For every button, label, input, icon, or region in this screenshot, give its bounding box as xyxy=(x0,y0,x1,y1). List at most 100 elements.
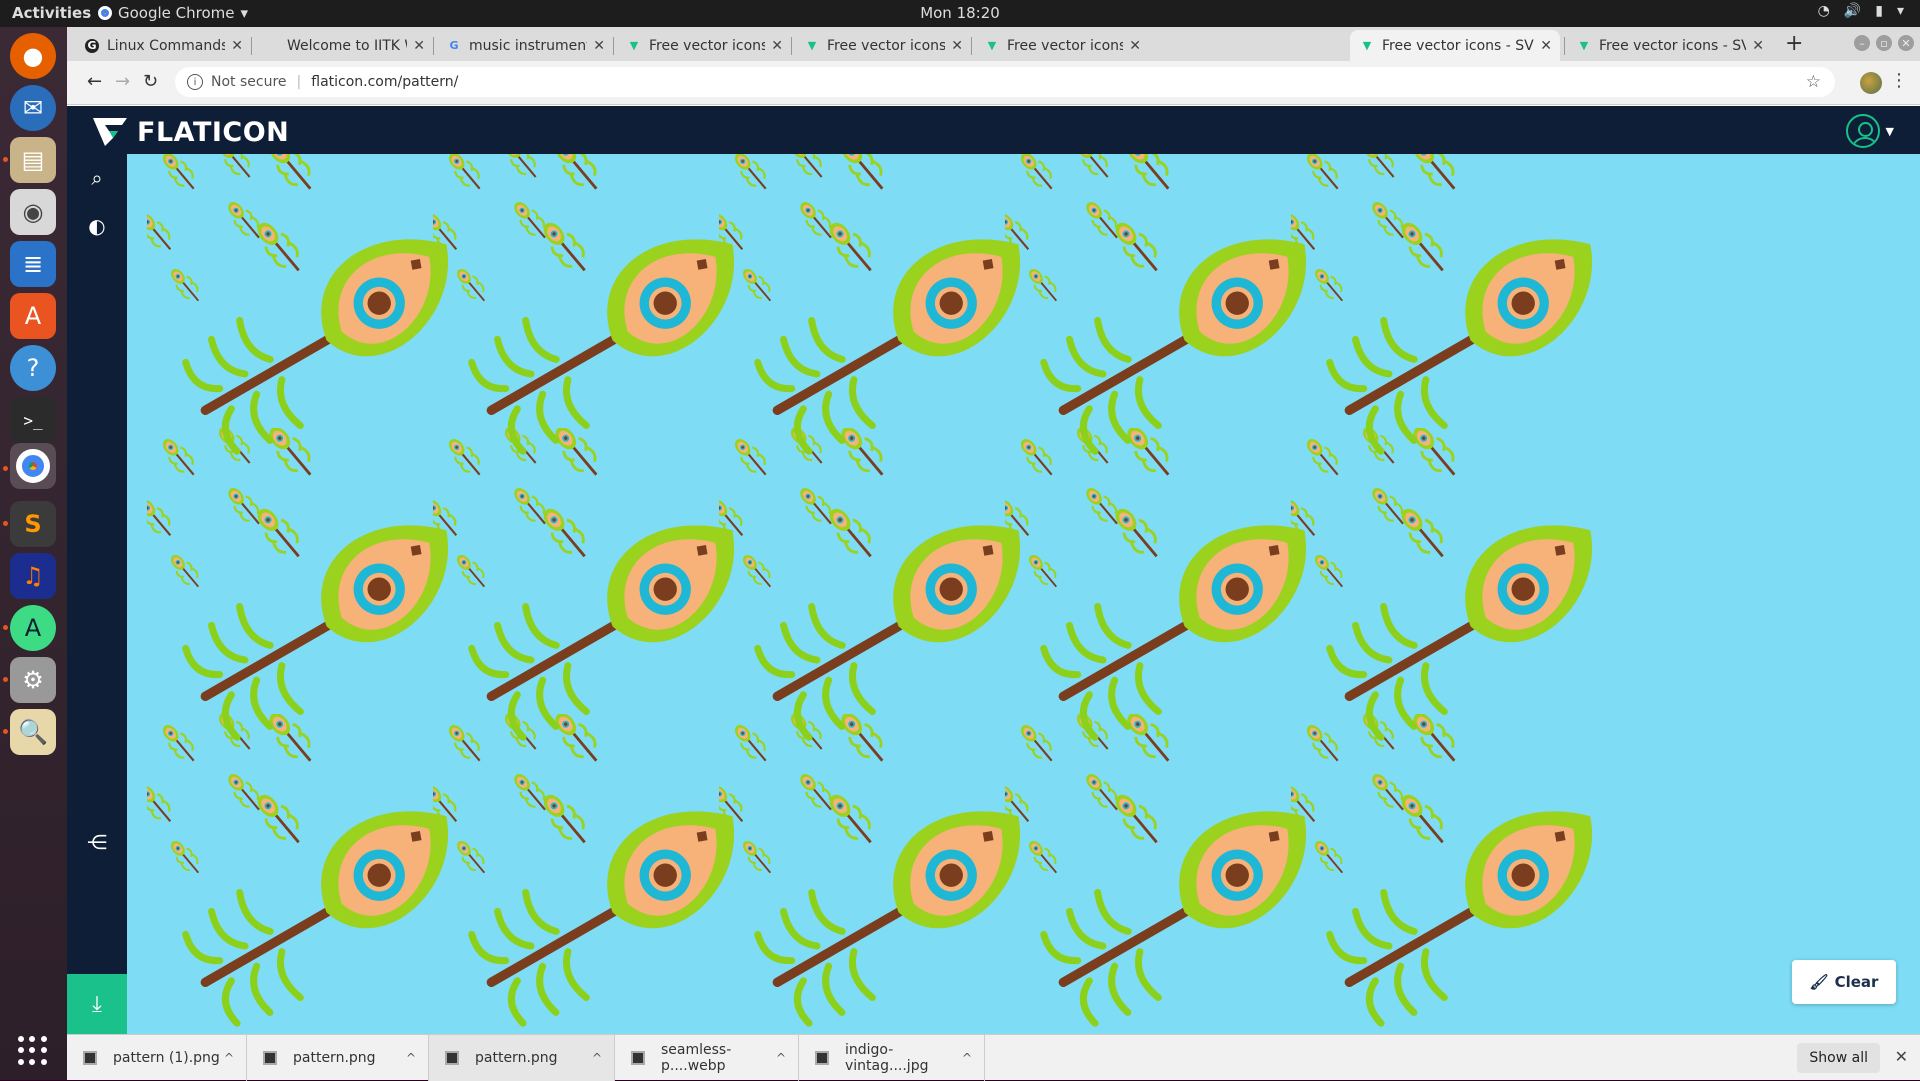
android-studio-icon[interactable]: A xyxy=(10,605,56,651)
close-icon[interactable]: ✕ xyxy=(951,38,963,54)
maximize-icon[interactable]: ▫ xyxy=(1876,35,1892,51)
flaticon-header: FLATICON ▼ xyxy=(67,106,1920,154)
logo-text: FLATICON xyxy=(137,116,290,148)
tab-title: music instruments im xyxy=(469,37,587,54)
tab-0[interactable]: G Linux Commands Che ✕ xyxy=(75,30,251,61)
tab-2[interactable]: G music instruments im ✕ xyxy=(437,30,613,61)
chrome-dock-icon[interactable] xyxy=(10,443,56,489)
chevron-down-icon: ▾ xyxy=(240,4,249,22)
clear-button[interactable]: 🖌 Clear xyxy=(1792,960,1896,1004)
tab-6-active[interactable]: ▼ Free vector icons - SV ✕ xyxy=(1350,30,1560,61)
tab-3[interactable]: ▼ Free vector icons - SV ✕ xyxy=(617,30,791,61)
pattern-canvas: 🖌 Clear xyxy=(127,154,1920,1034)
address-bar[interactable]: i Not secure | flaticon.com/pattern/ ☆ xyxy=(175,67,1835,97)
thunderbird-icon[interactable]: ✉ xyxy=(10,85,56,131)
running-indicator xyxy=(3,625,8,630)
document-viewer-icon[interactable]: 🔍 xyxy=(10,709,56,755)
reload-icon[interactable]: ↻ xyxy=(143,71,158,92)
app-menu[interactable]: Google Chrome ▾ xyxy=(98,4,248,22)
chevron-up-icon[interactable]: ^ xyxy=(776,1051,786,1065)
download-filename: indigo-vintag....jpg xyxy=(845,1042,929,1074)
window-controls: – ▫ ✕ xyxy=(1854,35,1914,51)
user-menu[interactable]: ▼ xyxy=(1845,114,1894,148)
sublime-icon[interactable]: S xyxy=(10,501,56,547)
profile-avatar[interactable] xyxy=(1860,72,1882,94)
chevron-up-icon[interactable]: ^ xyxy=(962,1051,972,1065)
palette-icon[interactable]: ◐ xyxy=(67,214,127,238)
system-top-bar: Activities Google Chrome ▾ Mon 18:20 ◔ 🔊… xyxy=(0,0,1920,27)
running-indicator xyxy=(3,466,8,471)
rhythmbox-icon[interactable]: ◉ xyxy=(10,189,56,235)
tab-title: Free vector icons - SV xyxy=(1599,37,1747,54)
chevron-up-icon[interactable]: ^ xyxy=(592,1051,602,1065)
flaticon-logo[interactable]: FLATICON xyxy=(91,116,289,148)
close-icon[interactable]: ✕ xyxy=(593,38,605,54)
wifi-icon: ◔ xyxy=(1817,3,1830,19)
files-icon[interactable]: ▤ xyxy=(10,137,56,183)
download-filename: pattern.png xyxy=(293,1050,376,1066)
back-arrow-icon[interactable]: ← xyxy=(87,71,102,92)
download-item[interactable]: seamless-p....webp ^ xyxy=(615,1035,799,1081)
download-item[interactable]: pattern (1).png ^ xyxy=(67,1035,247,1081)
download-item[interactable]: indigo-vintag....jpg ^ xyxy=(799,1035,985,1081)
bookmark-star-icon[interactable]: ☆ xyxy=(1806,72,1821,92)
info-icon[interactable]: i xyxy=(187,74,203,90)
close-icon[interactable]: ✕ xyxy=(771,38,783,54)
browser-window: G Linux Commands Che ✕ Welcome to IITK W… xyxy=(67,27,1920,1081)
search-icon[interactable]: ⌕ xyxy=(67,166,127,190)
flaticon-favicon-icon: ▼ xyxy=(987,39,997,52)
close-icon[interactable]: ✕ xyxy=(1895,1047,1908,1066)
page-content: FLATICON ▼ ⌕ ◐ ⋲ ⤓ 🖌 Clear xyxy=(67,106,1920,1034)
kebab-menu-icon[interactable]: ⋮ xyxy=(1890,70,1908,91)
writer-icon[interactable]: ≣ xyxy=(10,241,56,287)
show-all-button[interactable]: Show all xyxy=(1797,1043,1880,1073)
close-window-icon[interactable]: ✕ xyxy=(1898,35,1914,51)
dock: ● ✉ ▤ ◉ ≣ A ? >_ S ♫ A ⚙ 🔍 xyxy=(0,27,67,1080)
settings-icon[interactable]: ⚙ xyxy=(10,657,56,703)
firefox-icon[interactable]: ● xyxy=(10,33,56,79)
tab-5[interactable]: ▼ Free vector icons - SV ✕ xyxy=(975,30,1149,61)
close-icon[interactable]: ✕ xyxy=(1752,38,1764,54)
system-tray[interactable]: ◔ 🔊 ▮ ▾ xyxy=(1818,3,1904,19)
file-icon xyxy=(263,1051,277,1065)
running-indicator xyxy=(3,729,8,734)
share-icon[interactable]: ⋲ xyxy=(67,830,127,854)
flaticon-favicon-icon: ▼ xyxy=(807,39,817,52)
file-icon xyxy=(631,1051,645,1065)
help-icon[interactable]: ? xyxy=(10,345,56,391)
download-filename: pattern (1).png xyxy=(113,1050,220,1066)
close-icon[interactable]: ✕ xyxy=(1540,38,1552,54)
chevron-up-icon[interactable]: ^ xyxy=(406,1051,416,1065)
download-filename: pattern.png xyxy=(475,1050,558,1066)
chevron-up-icon[interactable]: ^ xyxy=(224,1051,234,1065)
tab-1[interactable]: Welcome to IITK Webr ✕ xyxy=(255,30,433,61)
software-center-icon[interactable]: A xyxy=(10,293,56,339)
url-text[interactable]: flaticon.com/pattern/ xyxy=(311,74,458,90)
terminal-icon[interactable]: >_ xyxy=(10,397,56,443)
volume-icon: 🔊 xyxy=(1843,3,1862,19)
show-applications-icon[interactable] xyxy=(18,1036,48,1066)
download-item[interactable]: pattern.png ^ xyxy=(429,1035,615,1081)
flaticon-favicon-icon: ▼ xyxy=(1362,39,1372,52)
tab-strip: G Linux Commands Che ✕ Welcome to IITK W… xyxy=(67,27,1920,61)
close-icon[interactable]: ✕ xyxy=(413,38,425,54)
close-icon[interactable]: ✕ xyxy=(231,38,243,54)
running-indicator xyxy=(3,677,8,682)
close-icon[interactable]: ✕ xyxy=(1129,38,1141,54)
activities-button[interactable]: Activities xyxy=(12,4,91,22)
forward-arrow-icon[interactable]: → xyxy=(115,71,130,92)
blank-favicon-icon xyxy=(265,39,279,53)
running-indicator xyxy=(3,521,8,526)
clear-label: Clear xyxy=(1834,973,1879,991)
minimize-icon[interactable]: – xyxy=(1854,35,1870,51)
download-item[interactable]: pattern.png ^ xyxy=(247,1035,429,1081)
file-icon xyxy=(83,1051,97,1065)
file-icon xyxy=(445,1051,459,1065)
clock[interactable]: Mon 18:20 xyxy=(0,4,1920,22)
flaticon-favicon-icon: ▼ xyxy=(629,39,639,52)
download-button[interactable]: ⤓ xyxy=(67,974,127,1034)
tab-4[interactable]: ▼ Free vector icons - SV ✕ xyxy=(795,30,971,61)
tab-7[interactable]: ▼ Free vector icons - SV ✕ xyxy=(1567,30,1772,61)
new-tab-button[interactable]: + xyxy=(1785,31,1803,56)
audacity-icon[interactable]: ♫ xyxy=(10,553,56,599)
